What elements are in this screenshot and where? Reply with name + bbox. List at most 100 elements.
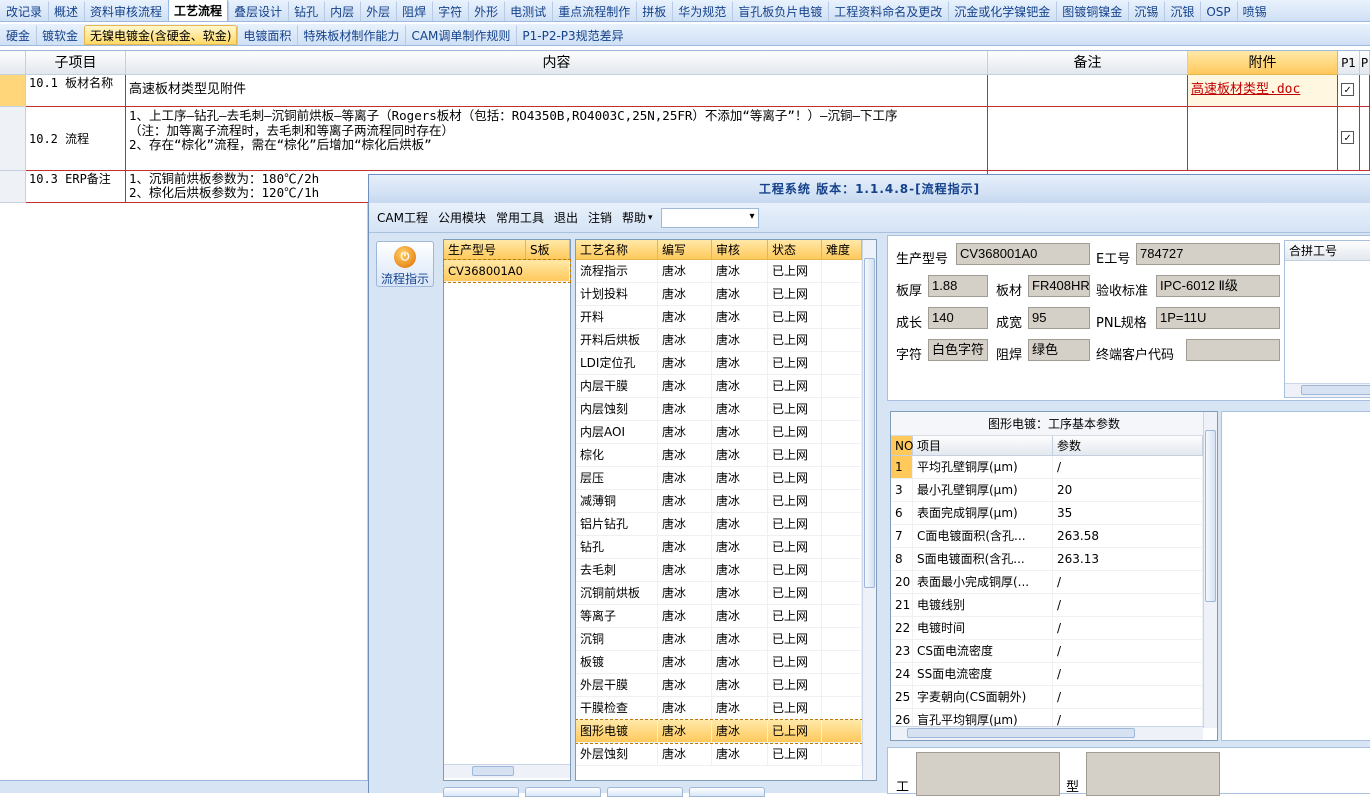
menu-help[interactable]: 帮助 [622, 209, 646, 226]
p1-checkbox[interactable]: ✓ [1341, 131, 1354, 144]
tab-6[interactable]: CAM调单制作规则 [405, 25, 516, 45]
model-field[interactable]: CV368001A0 [956, 243, 1090, 265]
process-row[interactable]: LDI定位孔 唐冰 唐冰 已上网 [576, 352, 862, 375]
row-remark[interactable] [988, 107, 1188, 171]
tab-7[interactable]: P1-P2-P3规范差异 [516, 25, 629, 45]
menu-tools[interactable]: 常用工具 [496, 209, 544, 226]
tab-18[interactable]: 沉金或化学镍钯金 [948, 1, 1056, 21]
row-attachment-cell[interactable] [1188, 107, 1338, 171]
grid-corner[interactable] [0, 51, 26, 75]
header-sub-item[interactable]: 子项目 [26, 51, 126, 75]
s-board-header[interactable]: S板 [526, 240, 570, 259]
mask-field[interactable]: 绿色 [1028, 339, 1090, 361]
param-row[interactable]: 3 最小孔壁铜厚(μm) 20 [891, 479, 1203, 502]
menu-cam-project[interactable]: CAM工程 [377, 209, 428, 226]
row-p2-cell[interactable] [1360, 107, 1370, 171]
process-row[interactable]: 流程指示 唐冰 唐冰 已上网 [576, 260, 862, 283]
process-row[interactable]: 内层蚀刻 唐冰 唐冰 已上网 [576, 398, 862, 421]
process-row[interactable]: 减薄铜 唐冰 唐冰 已上网 [576, 490, 862, 513]
tab-7[interactable]: 内层 [324, 1, 360, 21]
param-row[interactable]: 21 电镀线别 / [891, 594, 1203, 617]
legend-field[interactable]: 白色字符 [928, 339, 988, 361]
tab-12[interactable]: 电测试 [504, 1, 552, 21]
header-remark[interactable]: 备注 [988, 51, 1188, 75]
help-dropdown-icon[interactable]: ▾ [648, 213, 653, 223]
header-p1[interactable]: P1 [1338, 51, 1360, 75]
process-row[interactable]: 去毛刺 唐冰 唐冰 已上网 [576, 559, 862, 582]
header-content[interactable]: 内容 [126, 51, 988, 75]
row-sub-item[interactable]: 10.2 流程 [26, 107, 126, 171]
process-row[interactable]: 沉铜 唐冰 唐冰 已上网 [576, 628, 862, 651]
action-button[interactable] [607, 787, 683, 797]
model-hscroll[interactable] [444, 764, 570, 778]
tab-1[interactable]: 硬金 [0, 25, 36, 45]
param-col-value[interactable]: 参数 [1053, 436, 1203, 455]
menu-exit[interactable]: 退出 [554, 209, 578, 226]
param-col-no[interactable]: NO [891, 436, 913, 455]
col-reviewer[interactable]: 审核 [712, 240, 768, 259]
row-content[interactable]: 高速板材类型见附件 [126, 75, 988, 107]
process-guide-button[interactable]: ⏻ 流程指示 [376, 241, 434, 287]
param-row[interactable]: 24 SS面电流密度 / [891, 663, 1203, 686]
p1-checkbox[interactable]: ✓ [1341, 83, 1354, 96]
col-difficulty[interactable]: 难度 [822, 240, 862, 259]
tab-21[interactable]: 沉银 [1164, 1, 1200, 21]
tab-5[interactable]: 特殊板材制作能力 [297, 25, 405, 45]
col-status[interactable]: 状态 [768, 240, 822, 259]
tab-19[interactable]: 图镀铜镍金 [1056, 1, 1128, 21]
header-attachment[interactable]: 附件 [1188, 51, 1338, 75]
model-list-item[interactable]: CV368001A0 [443, 259, 571, 283]
thick-field[interactable]: 1.88 [928, 275, 988, 297]
tab-8[interactable]: 外层 [360, 1, 396, 21]
combine-hscroll-thumb[interactable] [1301, 385, 1370, 395]
tab-5[interactable]: 叠层设计 [228, 1, 288, 21]
action-button[interactable] [525, 787, 601, 797]
process-row[interactable]: 外层干膜 唐冰 唐冰 已上网 [576, 674, 862, 697]
param-row[interactable]: 25 字麦朝向(CS面朝外) / [891, 686, 1203, 709]
model-header[interactable]: 生产型号 [444, 240, 526, 259]
process-row[interactable]: 等离子 唐冰 唐冰 已上网 [576, 605, 862, 628]
tab-3[interactable]: 无镍电镀金(含硬金、软金) [84, 25, 238, 45]
process-row[interactable]: 层压 唐冰 唐冰 已上网 [576, 467, 862, 490]
customer-field[interactable] [1186, 339, 1280, 361]
row-marker[interactable] [0, 107, 26, 171]
process-vscroll[interactable] [862, 240, 876, 780]
tab-14[interactable]: 拼板 [636, 1, 672, 21]
process-row[interactable]: 棕化 唐冰 唐冰 已上网 [576, 444, 862, 467]
action-button[interactable] [443, 787, 519, 797]
attachment-link[interactable]: 高速板材类型.doc [1191, 82, 1300, 97]
param-row[interactable]: 7 C面电镀面积(含孔... 263.58 [891, 525, 1203, 548]
process-row[interactable]: 内层干膜 唐冰 唐冰 已上网 [576, 375, 862, 398]
process-row[interactable]: 开料后烘板 唐冰 唐冰 已上网 [576, 329, 862, 352]
param-row[interactable]: 20 表面最小完成铜厚(... / [891, 571, 1203, 594]
tab-10[interactable]: 字符 [432, 1, 468, 21]
tab-11[interactable]: 外形 [468, 1, 504, 21]
process-vscroll-thumb[interactable] [864, 258, 875, 588]
row-sub-item[interactable]: 10.3 ERP备注 [26, 171, 126, 203]
tab-16[interactable]: 盲孔板负片电镀 [732, 1, 828, 21]
tab-17[interactable]: 工程资料命名及更改 [828, 1, 948, 21]
header-p2[interactable]: P [1360, 51, 1370, 75]
param-col-item[interactable]: 项目 [913, 436, 1053, 455]
process-row[interactable]: 内层AOI 唐冰 唐冰 已上网 [576, 421, 862, 444]
col-process-name[interactable]: 工艺名称 [576, 240, 658, 259]
process-row[interactable]: 钻孔 唐冰 唐冰 已上网 [576, 536, 862, 559]
col-author[interactable]: 编写 [658, 240, 712, 259]
process-row[interactable]: 铝片钻孔 唐冰 唐冰 已上网 [576, 513, 862, 536]
tab-6[interactable]: 钻孔 [288, 1, 324, 21]
row-content[interactable]: 1、上工序—钻孔—去毛刺—沉铜前烘板—等离子（Rogers板材（包括：RO435… [126, 107, 988, 171]
pnl-field[interactable]: 1P=11U [1156, 307, 1280, 329]
row-sub-item[interactable]: 10.1 板材名称 [26, 75, 126, 107]
process-row[interactable]: 干膜检查 唐冰 唐冰 已上网 [576, 697, 862, 720]
process-row[interactable]: 外层蚀刻 唐冰 唐冰 已上网 [576, 743, 862, 766]
process-row[interactable]: 计划投料 唐冰 唐冰 已上网 [576, 283, 862, 306]
param-vscroll-thumb[interactable] [1205, 430, 1216, 602]
param-row[interactable]: 8 S面电镀面积(含孔... 263.13 [891, 548, 1203, 571]
param-row[interactable]: 23 CS面电流密度 / [891, 640, 1203, 663]
length-field[interactable]: 140 [928, 307, 988, 329]
e-field[interactable]: 784727 [1136, 243, 1280, 265]
process-row[interactable]: 板镀 唐冰 唐冰 已上网 [576, 651, 862, 674]
tab-13[interactable]: 重点流程制作 [552, 1, 636, 21]
tab-4[interactable]: 电镀面积 [237, 25, 297, 45]
combine-hscroll[interactable] [1285, 383, 1370, 397]
